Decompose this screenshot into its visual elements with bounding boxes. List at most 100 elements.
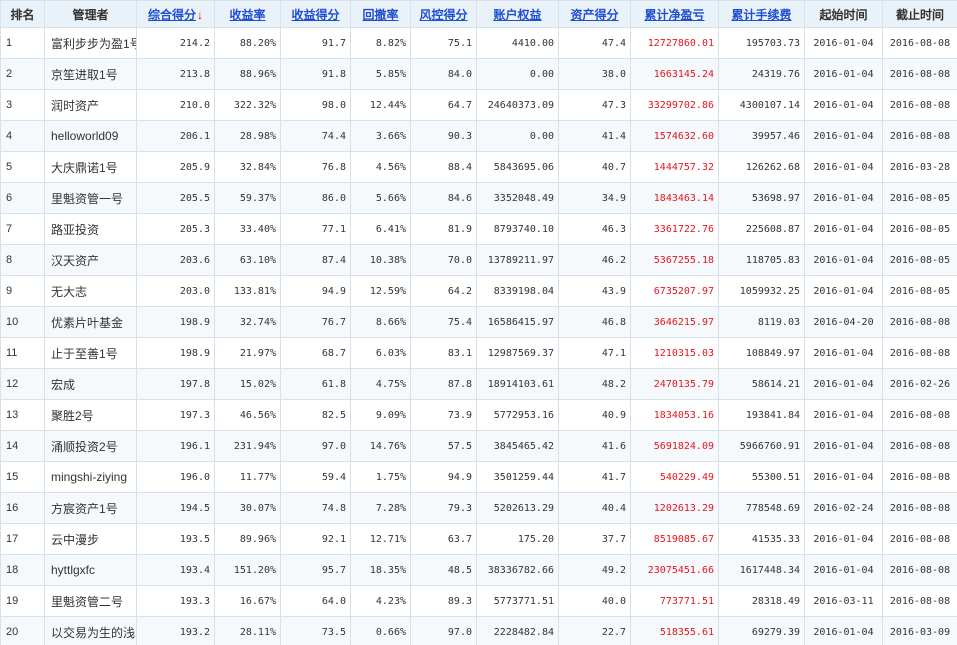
table-row[interactable]: 3 润时资产 210.0 322.32% 98.0 12.44% 64.7 24640373.… bbox=[0, 89, 957, 121]
drawdown-cell: 9.09% bbox=[350, 399, 411, 431]
risk-score-cell: 97.0 bbox=[410, 616, 477, 645]
risk-score-cell: 79.3 bbox=[410, 492, 477, 524]
col-return-rate-header[interactable]: 收益率 bbox=[214, 0, 281, 28]
end-date-cell: 2016-08-08 bbox=[882, 430, 957, 462]
manager-name-cell: 聚胜2号 bbox=[44, 399, 137, 431]
asset-score-cell: 37.7 bbox=[558, 523, 631, 555]
return-rate-cell: 32.84% bbox=[214, 151, 281, 183]
drawdown-cell: 5.85% bbox=[350, 58, 411, 90]
end-date-cell: 2016-08-08 bbox=[882, 27, 957, 59]
fees-cell: 778548.69 bbox=[718, 492, 805, 524]
asset-score-cell: 47.3 bbox=[558, 89, 631, 121]
net-profit-cell: 773771.51 bbox=[630, 585, 719, 617]
composite-score-cell: 193.4 bbox=[136, 554, 215, 586]
composite-score-cell: 203.0 bbox=[136, 275, 215, 307]
start-date-cell: 2016-01-04 bbox=[804, 58, 883, 90]
table-row[interactable]: 6 里魁资管一号 205.5 59.37% 86.0 5.66% 84.6 3352048.4… bbox=[0, 182, 957, 214]
net-profit-cell: 12727860.01 bbox=[630, 27, 719, 59]
return-score-cell: 87.4 bbox=[280, 244, 351, 276]
table-row[interactable]: 19 里魁资管二号 193.3 16.67% 64.0 4.23% 89.3 5773771.… bbox=[0, 585, 957, 617]
header-row: 排名 管理者 综合得分↓ 收益率 收益得分 回撤率 风控得分 账户权益 资产得分… bbox=[0, 0, 957, 28]
col-end-date-header: 截止时间 bbox=[882, 0, 957, 28]
table-row[interactable]: 10 优素片叶基金 198.9 32.74% 76.7 8.66% 75.4 16586415… bbox=[0, 306, 957, 338]
col-start-date-header: 起始时间 bbox=[804, 0, 883, 28]
return-rate-cell: 33.40% bbox=[214, 213, 281, 245]
equity-cell: 16586415.97 bbox=[476, 306, 559, 338]
rank-cell: 1 bbox=[0, 27, 45, 59]
table-row[interactable]: 18 hyttlgxfc 193.4 151.20% 95.7 18.35% 48.5 383… bbox=[0, 554, 957, 586]
composite-score-cell: 193.2 bbox=[136, 616, 215, 645]
rank-cell: 5 bbox=[0, 151, 45, 183]
rank-cell: 12 bbox=[0, 368, 45, 400]
col-risk-score-header[interactable]: 风控得分 bbox=[410, 0, 477, 28]
table-row[interactable]: 2 京笙进取1号 213.8 88.96% 91.8 5.85% 84.0 0.00 38.0 1… bbox=[0, 58, 957, 90]
net-profit-cell: 6735207.97 bbox=[630, 275, 719, 307]
net-profit-cell: 1202613.29 bbox=[630, 492, 719, 524]
rank-cell: 9 bbox=[0, 275, 45, 307]
equity-cell: 38336782.66 bbox=[476, 554, 559, 586]
return-score-cell: 82.5 bbox=[280, 399, 351, 431]
col-equity-header[interactable]: 账户权益 bbox=[476, 0, 559, 28]
return-rate-cell: 322.32% bbox=[214, 89, 281, 121]
table-row[interactable]: 16 方宸资产1号 194.5 30.07% 74.8 7.28% 79.3 5202613.… bbox=[0, 492, 957, 524]
rank-cell: 16 bbox=[0, 492, 45, 524]
drawdown-cell: 12.44% bbox=[350, 89, 411, 121]
equity-cell: 5202613.29 bbox=[476, 492, 559, 524]
table-row[interactable]: 5 大庆鼎诺1号 205.9 32.84% 76.8 4.56% 88.4 5843695.0… bbox=[0, 151, 957, 183]
asset-score-cell: 41.6 bbox=[558, 430, 631, 462]
fees-cell: 41535.33 bbox=[718, 523, 805, 555]
equity-cell: 2228482.84 bbox=[476, 616, 559, 645]
col-composite-score-header[interactable]: 综合得分↓ bbox=[136, 0, 215, 28]
risk-score-cell: 75.4 bbox=[410, 306, 477, 338]
col-composite-score-label: 综合得分 bbox=[147, 7, 196, 22]
manager-name-cell: 止于至善1号 bbox=[44, 337, 137, 369]
rank-cell: 2 bbox=[0, 58, 45, 90]
composite-score-cell: 203.6 bbox=[136, 244, 215, 276]
table-row[interactable]: 14 涌顺投资2号 196.1 231.94% 97.0 14.76% 57.5 384546… bbox=[0, 430, 957, 462]
table-row[interactable]: 1 富利步步为盈1号 214.2 88.20% 91.7 8.82% 75.1 4410.00… bbox=[0, 27, 957, 59]
rank-cell: 14 bbox=[0, 430, 45, 462]
col-fees-header[interactable]: 累计手续费 bbox=[718, 0, 805, 28]
drawdown-cell: 12.71% bbox=[350, 523, 411, 555]
composite-score-cell: 197.3 bbox=[136, 399, 215, 431]
table-row[interactable]: 20 以交易为生的浅 193.2 28.11% 73.5 0.66% 97.0 2228482… bbox=[0, 616, 957, 645]
table-row[interactable]: 13 聚胜2号 197.3 46.56% 82.5 9.09% 73.9 5772953.16… bbox=[0, 399, 957, 431]
manager-name-cell: 方宸资产1号 bbox=[44, 492, 137, 524]
asset-score-cell: 34.9 bbox=[558, 182, 631, 214]
composite-score-cell: 205.5 bbox=[136, 182, 215, 214]
end-date-cell: 2016-08-08 bbox=[882, 585, 957, 617]
asset-score-cell: 40.7 bbox=[558, 151, 631, 183]
table-row[interactable]: 4 helloworld09 206.1 28.98% 74.4 3.66% 90.3 0.0… bbox=[0, 120, 957, 152]
drawdown-cell: 4.56% bbox=[350, 151, 411, 183]
start-date-cell: 2016-01-04 bbox=[804, 27, 883, 59]
net-profit-cell: 33299702.86 bbox=[630, 89, 719, 121]
col-drawdown-header[interactable]: 回撤率 bbox=[350, 0, 411, 28]
table-row[interactable]: 9 无大志 203.0 133.81% 94.9 12.59% 64.2 8339198.04… bbox=[0, 275, 957, 307]
return-score-cell: 76.7 bbox=[280, 306, 351, 338]
table-body: 1 富利步步为盈1号 214.2 88.20% 91.7 8.82% 75.1 4410.00… bbox=[0, 27, 957, 645]
end-date-cell: 2016-08-05 bbox=[882, 275, 957, 307]
composite-score-cell: 196.1 bbox=[136, 430, 215, 462]
risk-score-cell: 48.5 bbox=[410, 554, 477, 586]
col-asset-score-header[interactable]: 资产得分 bbox=[558, 0, 631, 28]
net-profit-cell: 3646215.97 bbox=[630, 306, 719, 338]
risk-score-cell: 64.7 bbox=[410, 89, 477, 121]
table-row[interactable]: 15 mingshi-ziying 196.0 11.77% 59.4 1.75% 94.9… bbox=[0, 461, 957, 493]
risk-score-cell: 73.9 bbox=[410, 399, 477, 431]
manager-name-cell: 汉天资产 bbox=[44, 244, 137, 276]
manager-name-cell: 润时资产 bbox=[44, 89, 137, 121]
return-score-cell: 92.1 bbox=[280, 523, 351, 555]
col-return-score-header[interactable]: 收益得分 bbox=[280, 0, 351, 28]
col-net-profit-header[interactable]: 累计净盈亏 bbox=[630, 0, 719, 28]
table-row[interactable]: 8 汉天资产 203.6 63.10% 87.4 10.38% 70.0 13789211.9… bbox=[0, 244, 957, 276]
table-row[interactable]: 17 云中漫步 193.5 89.96% 92.1 12.71% 63.7 175.20 37.… bbox=[0, 523, 957, 555]
rank-cell: 15 bbox=[0, 461, 45, 493]
net-profit-cell: 540229.49 bbox=[630, 461, 719, 493]
table-row[interactable]: 12 宏成 197.8 15.02% 61.8 4.75% 87.8 18914103.61 4… bbox=[0, 368, 957, 400]
table-row[interactable]: 11 止于至善1号 198.9 21.97% 68.7 6.03% 83.1 12987569… bbox=[0, 337, 957, 369]
risk-score-cell: 90.3 bbox=[410, 120, 477, 152]
table-row[interactable]: 7 路亚投资 205.3 33.40% 77.1 6.41% 81.9 8793740.10 4… bbox=[0, 213, 957, 245]
equity-cell: 13789211.97 bbox=[476, 244, 559, 276]
fees-cell: 193841.84 bbox=[718, 399, 805, 431]
drawdown-cell: 6.41% bbox=[350, 213, 411, 245]
